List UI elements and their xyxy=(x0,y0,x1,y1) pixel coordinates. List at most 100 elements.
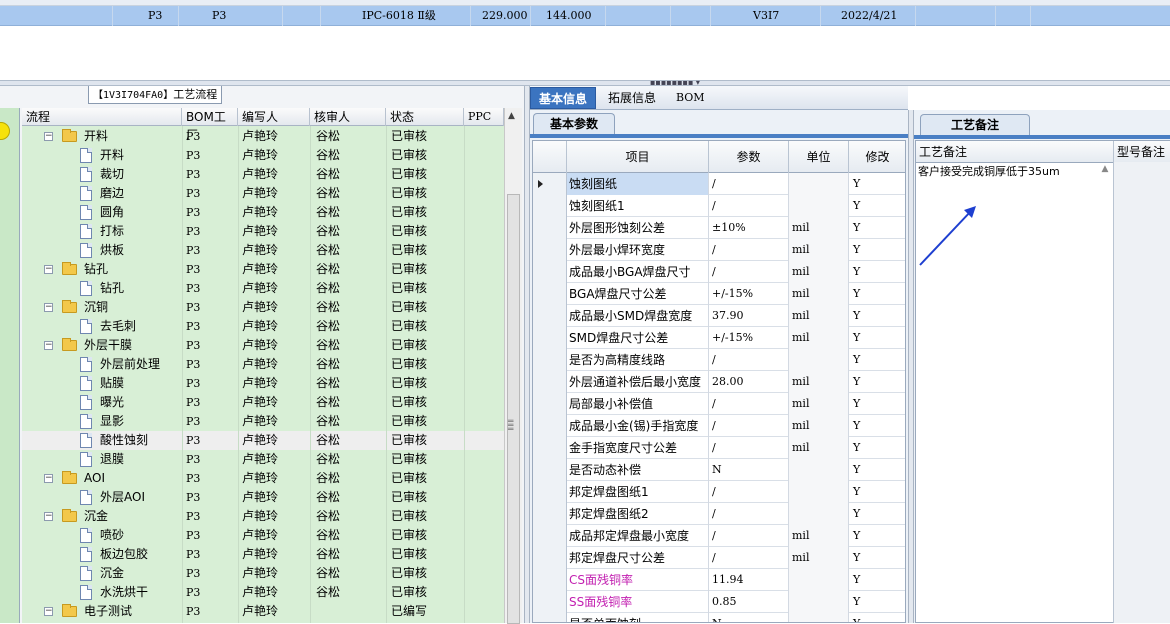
tree-row[interactable]: 水洗烘干 P3 卢艳玲 谷松 已审核 xyxy=(22,583,504,602)
tree-row[interactable]: 喷砂 P3 卢艳玲 谷松 已审核 xyxy=(22,526,504,545)
process-tree-scrollbar[interactable]: ▲ xyxy=(504,108,522,624)
param-row[interactable]: 是否单面蚀刻N Y xyxy=(533,613,905,622)
col-header-modify[interactable]: 修改 xyxy=(849,141,905,173)
param-unit-cell[interactable]: mil xyxy=(789,305,849,327)
param-row[interactable]: 是否动态补偿 N Y xyxy=(533,459,905,481)
tab-extended-info[interactable]: 拓展信息 xyxy=(600,87,664,109)
col-header-writer[interactable]: 编写人 xyxy=(238,108,310,126)
param-value-cell[interactable]: / xyxy=(709,547,789,569)
param-modify-cell[interactable]: Y xyxy=(849,591,905,613)
param-row[interactable]: 成品邦定焊盘最小宽度 / mil Y xyxy=(533,525,905,547)
collapse-icon[interactable]: − xyxy=(44,132,53,141)
basic-params-grid[interactable]: 项目 参数 单位 修改 蚀刻图纸 / Y 蚀刻图纸1/Y 外层图形蚀刻公差 ±10% mil… xyxy=(532,140,906,623)
col-header-reviewer[interactable]: 核审人 xyxy=(310,108,386,126)
tree-row[interactable]: 沉金 P3 卢艳玲 谷松 已审核 xyxy=(22,564,504,583)
param-modify-cell[interactable]: Y xyxy=(849,195,905,217)
tree-row[interactable]: − 开料 P3 卢艳玲 谷松 已审核 xyxy=(22,127,504,146)
param-modify-cell[interactable]: Y xyxy=(849,327,905,349)
row-indicator[interactable] xyxy=(533,547,567,569)
param-unit-cell[interactable]: mil xyxy=(789,261,849,283)
param-value-cell[interactable]: / xyxy=(709,503,789,525)
row-indicator[interactable] xyxy=(533,415,567,437)
param-value-cell[interactable]: / xyxy=(709,481,789,503)
row-indicator[interactable] xyxy=(533,613,567,622)
param-modify-cell[interactable]: Y xyxy=(849,613,905,622)
param-row[interactable]: 成品最小金(锡)手指宽度 / mil Y xyxy=(533,415,905,437)
row-indicator[interactable] xyxy=(533,327,567,349)
tree-row[interactable]: 烘板 P3 卢艳玲 谷松 已审核 xyxy=(22,241,504,260)
param-value-cell[interactable]: N xyxy=(709,459,789,481)
param-unit-cell[interactable]: mil xyxy=(789,371,849,393)
col-header-flow[interactable]: 流程 xyxy=(22,108,182,126)
tree-row[interactable]: 外层AOI P3 卢艳玲 谷松 已审核 xyxy=(22,488,504,507)
param-modify-cell[interactable]: Y xyxy=(849,547,905,569)
param-row[interactable]: 邦定焊盘图纸2/ Y xyxy=(533,503,905,525)
param-value-cell[interactable]: +/-15% xyxy=(709,283,789,305)
param-row[interactable]: 外层图形蚀刻公差 ±10% mil Y xyxy=(533,217,905,239)
param-row[interactable]: 邦定焊盘尺寸公差 / mil Y xyxy=(533,547,905,569)
param-unit-cell[interactable] xyxy=(789,613,849,622)
row-indicator[interactable] xyxy=(533,195,567,217)
param-unit-cell[interactable]: mil xyxy=(789,327,849,349)
tree-row[interactable]: 打标 P3 卢艳玲 谷松 已审核 xyxy=(22,222,504,241)
col-header-model-remark[interactable]: 型号备注 xyxy=(1114,141,1170,163)
param-unit-cell[interactable] xyxy=(789,569,849,591)
param-modify-cell[interactable]: Y xyxy=(849,371,905,393)
tree-row[interactable]: 裁切 P3 卢艳玲 谷松 已审核 xyxy=(22,165,504,184)
row-indicator[interactable] xyxy=(533,569,567,591)
param-unit-cell[interactable]: mil xyxy=(789,283,849,305)
row-indicator[interactable] xyxy=(533,239,567,261)
tree-row[interactable]: − 外层干膜 P3 卢艳玲 谷松 已审核 xyxy=(22,336,504,355)
row-indicator[interactable] xyxy=(533,283,567,305)
param-row[interactable]: 是否为高精度线路 / Y xyxy=(533,349,905,371)
param-value-cell[interactable]: 28.00 xyxy=(709,371,789,393)
param-value-cell[interactable]: / xyxy=(709,415,789,437)
param-unit-cell[interactable]: mil xyxy=(789,239,849,261)
param-unit-cell[interactable]: mil xyxy=(789,547,849,569)
col-header-status[interactable]: 状态 xyxy=(386,108,464,126)
param-row[interactable]: SS面残铜率 0.85 Y xyxy=(533,591,905,613)
tree-row[interactable]: 开料 P3 卢艳玲 谷松 已审核 xyxy=(22,146,504,165)
tree-row[interactable]: 磨边 P3 卢艳玲 谷松 已审核 xyxy=(22,184,504,203)
param-modify-cell[interactable]: Y xyxy=(849,503,905,525)
param-unit-cell[interactable] xyxy=(789,503,849,525)
tree-row[interactable]: 板边包胶 P3 卢艳玲 谷松 已审核 xyxy=(22,545,504,564)
collapse-icon[interactable]: − xyxy=(44,265,53,274)
remark-scroll-up-icon[interactable]: ▲ xyxy=(1098,164,1112,184)
scroll-up-icon[interactable]: ▲ xyxy=(508,111,515,121)
param-unit-cell[interactable]: mil xyxy=(789,217,849,239)
param-modify-cell[interactable]: Y xyxy=(849,217,905,239)
tree-row[interactable]: 显影 P3 卢艳玲 谷松 已审核 xyxy=(22,412,504,431)
row-indicator[interactable] xyxy=(533,481,567,503)
param-value-cell[interactable]: ±10% xyxy=(709,217,789,239)
tab-basic-params[interactable]: 基本参数 xyxy=(533,113,616,135)
scroll-thumb[interactable] xyxy=(507,194,520,624)
param-row[interactable]: 邦定焊盘图纸1/ Y xyxy=(533,481,905,503)
process-remark-text[interactable]: 客户接受完成铜厚低于35um xyxy=(918,164,1098,180)
row-indicator[interactable] xyxy=(533,173,567,195)
param-value-cell[interactable]: / xyxy=(709,239,789,261)
param-value-cell[interactable]: N xyxy=(709,613,789,622)
param-unit-cell[interactable] xyxy=(789,349,849,371)
collapse-icon[interactable]: − xyxy=(44,341,53,350)
tree-row[interactable]: − AOI P3 卢艳玲 谷松 已审核 xyxy=(22,469,504,488)
param-value-cell[interactable]: 37.90 xyxy=(709,305,789,327)
param-row[interactable]: 外层最小焊环宽度 / mil Y xyxy=(533,239,905,261)
param-row[interactable]: CS面残铜率 11.94 Y xyxy=(533,569,905,591)
param-row[interactable]: 蚀刻图纸 / Y xyxy=(533,173,905,195)
param-value-cell[interactable]: / xyxy=(709,525,789,547)
param-unit-cell[interactable] xyxy=(789,459,849,481)
param-modify-cell[interactable]: Y xyxy=(849,349,905,371)
row-indicator[interactable] xyxy=(533,393,567,415)
param-value-cell[interactable]: / xyxy=(709,261,789,283)
collapse-icon[interactable]: − xyxy=(44,303,53,312)
tree-row[interactable]: 圆角 P3 卢艳玲 谷松 已审核 xyxy=(22,203,504,222)
row-indicator[interactable] xyxy=(533,371,567,393)
param-unit-cell[interactable] xyxy=(789,481,849,503)
param-value-cell[interactable]: / xyxy=(709,393,789,415)
tab-bom[interactable]: BOM xyxy=(668,87,713,109)
param-modify-cell[interactable]: Y xyxy=(849,437,905,459)
param-unit-cell[interactable] xyxy=(789,195,849,217)
tree-row[interactable]: 曝光 P3 卢艳玲 谷松 已审核 xyxy=(22,393,504,412)
tree-row[interactable]: 贴膜 P3 卢艳玲 谷松 已审核 xyxy=(22,374,504,393)
